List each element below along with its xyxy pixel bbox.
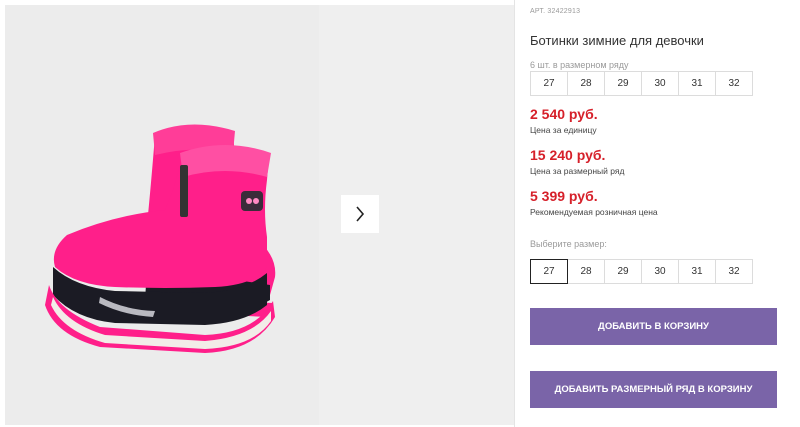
article-number: АРТ. 32422913: [530, 8, 581, 15]
pack-price-label: Цена за размерный ряд: [530, 166, 625, 176]
unit-price-label: Цена за единицу: [530, 125, 597, 135]
retail-price: 5 399 руб.: [530, 188, 598, 204]
chevron-right-icon: [356, 206, 365, 222]
pack-price: 15 240 руб.: [530, 147, 606, 163]
unit-price: 2 540 руб.: [530, 106, 598, 122]
size-option-27[interactable]: 27: [530, 259, 568, 284]
pack-size-cell: 27: [530, 71, 568, 96]
pack-size-cell: 29: [604, 71, 642, 96]
add-pack-to-cart-button[interactable]: Добавить размерный ряд в корзину: [530, 371, 777, 408]
size-selector: 27 28 29 30 31 32: [530, 259, 753, 284]
pack-size-cell: 32: [715, 71, 753, 96]
pack-size-cell: 30: [641, 71, 679, 96]
size-option-28[interactable]: 28: [567, 259, 605, 284]
retail-price-label: Рекомендуемая розничная цена: [530, 207, 658, 217]
choose-size-label: Выберите размер:: [530, 239, 607, 249]
boots-image: [45, 124, 276, 353]
next-image-button[interactable]: [341, 195, 379, 233]
add-to-cart-button[interactable]: Добавить в корзину: [530, 308, 777, 345]
size-option-29[interactable]: 29: [604, 259, 642, 284]
pack-size-grid: 27 28 29 30 31 32: [530, 71, 753, 96]
product-title: Ботинки зимние для девочки: [530, 33, 704, 48]
product-gallery: [0, 0, 514, 427]
pack-size-cell: 28: [567, 71, 605, 96]
size-option-30[interactable]: 30: [641, 259, 679, 284]
divider: [514, 0, 515, 427]
size-option-32[interactable]: 32: [715, 259, 753, 284]
product-photo[interactable]: [5, 5, 319, 425]
pack-size-cell: 31: [678, 71, 716, 96]
pack-size-label: 6 шт. в размерном ряду: [530, 60, 629, 70]
size-option-31[interactable]: 31: [678, 259, 716, 284]
